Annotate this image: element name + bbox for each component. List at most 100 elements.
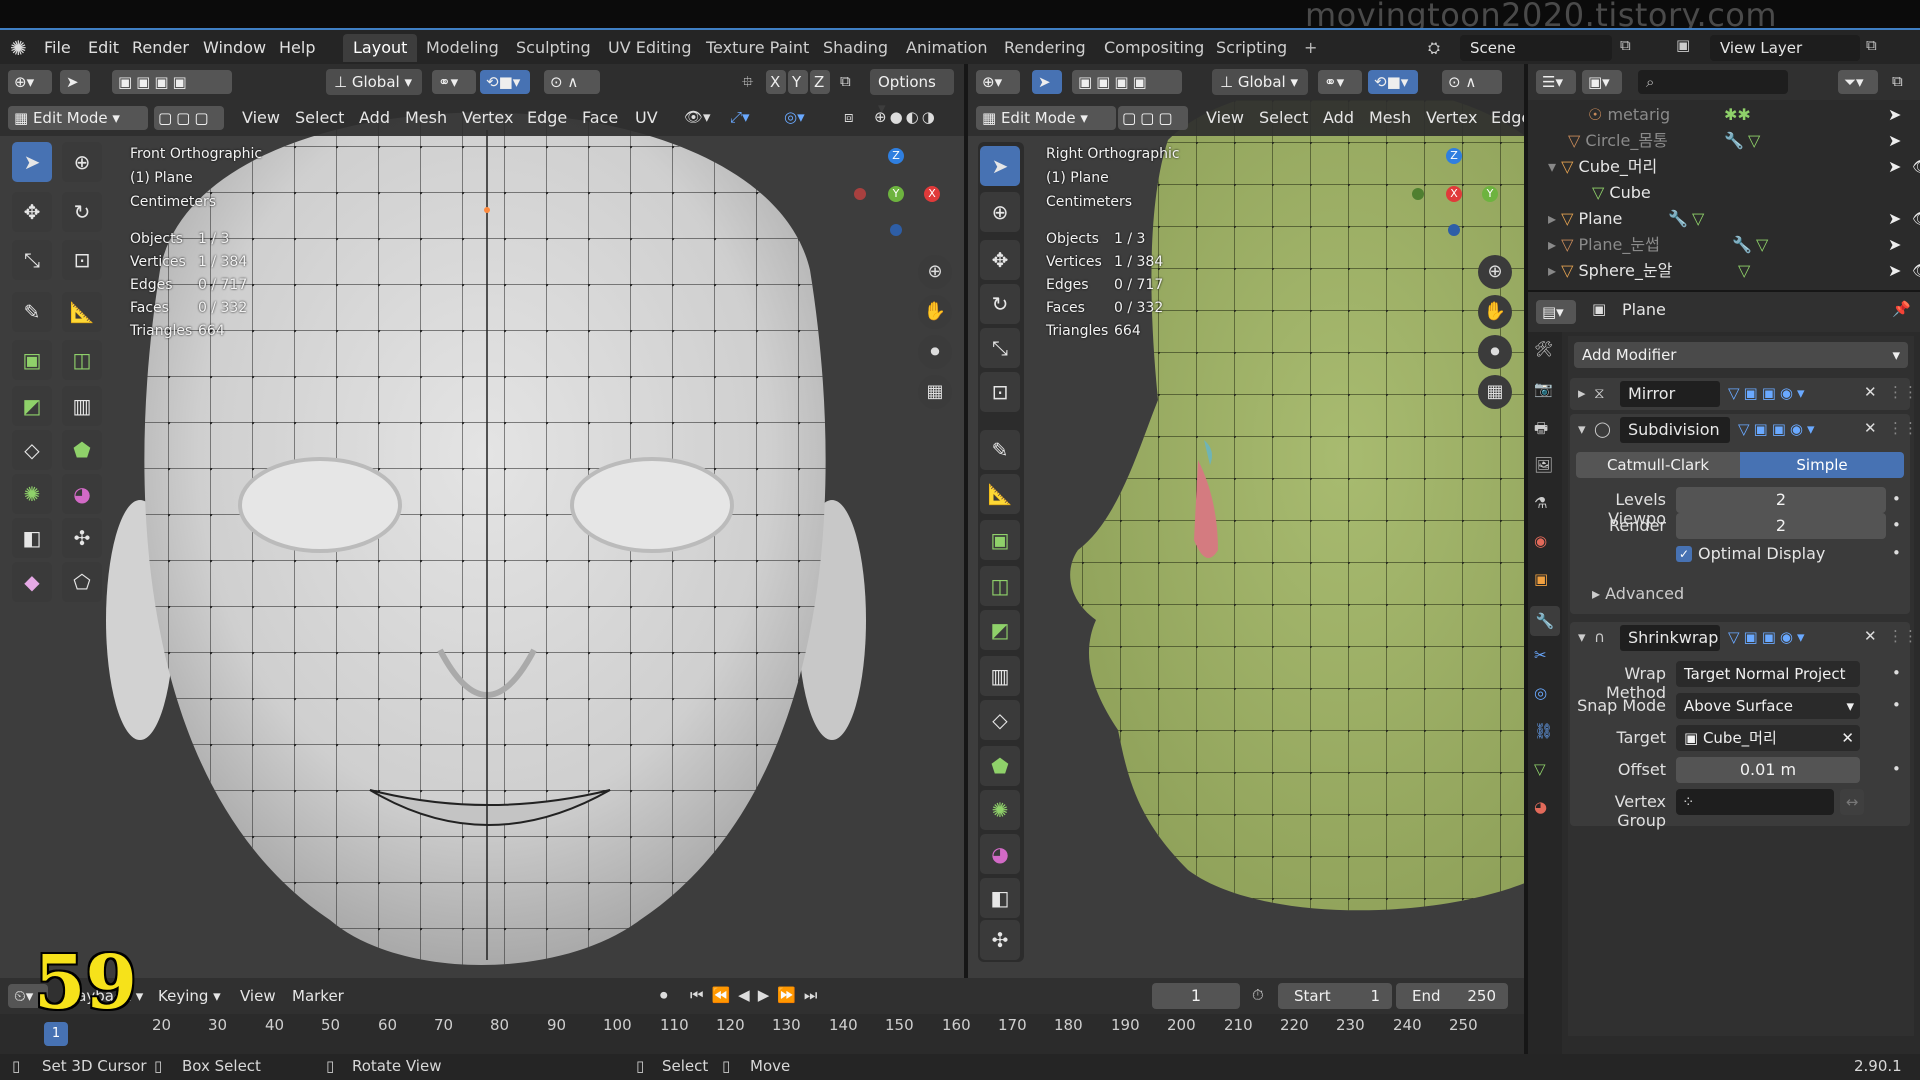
right-selection-mode-buttons[interactable]: ▣▣▣▣	[1072, 70, 1182, 94]
new-collection-icon[interactable]: ⧉	[1892, 72, 1903, 90]
right-ortho-grid-icon[interactable]: ▦	[1478, 375, 1512, 409]
constraints-tab-icon[interactable]: ⛓	[1534, 722, 1553, 740]
pan-hand-icon[interactable]: ✋	[918, 295, 952, 329]
visibility-eye-icon[interactable]: 👁	[1912, 206, 1920, 232]
select-box-tool-icon[interactable]: ➤	[12, 142, 52, 182]
keyframe-dot-icon[interactable]: •	[1892, 760, 1901, 778]
snap-icon[interactable]: ⟲■▾	[480, 70, 530, 94]
measure-tool-icon[interactable]: 📐	[62, 292, 102, 332]
right-proportional-edit-icon[interactable]: ⊙ ∧	[1442, 70, 1502, 94]
right-mode-dropdown[interactable]: ▦ Edit Mode ▾	[976, 106, 1116, 130]
vertex-group-field[interactable]: ⁘	[1676, 789, 1834, 815]
gizmo-neg-z[interactable]	[890, 224, 902, 236]
options-dropdown[interactable]: Options ▾	[870, 69, 954, 117]
keyframe-dot-icon[interactable]: •	[1892, 490, 1901, 508]
select-arrow-icon[interactable]: ➤	[1888, 206, 1901, 232]
menu-uv[interactable]: UV	[635, 105, 658, 131]
rip-tool-icon[interactable]: ⬠	[62, 562, 102, 602]
filter-icon[interactable]: ⏷▾	[1838, 70, 1878, 94]
keying-menu[interactable]: Keying ▾	[158, 983, 221, 1009]
view-layer-tab-icon[interactable]: 🖼	[1534, 456, 1553, 474]
advanced-panel[interactable]: ▸ Advanced	[1592, 584, 1684, 603]
right-editor-type-icon[interactable]: ⊕▾	[976, 70, 1020, 94]
right-shrink-fatten-tool-icon[interactable]: ✣	[980, 920, 1020, 960]
shading-modes-icon[interactable]: ⊕●◐◑	[874, 108, 938, 126]
catmull-clark-button[interactable]: Catmull-Clark	[1576, 452, 1740, 478]
tab-layout[interactable]: Layout	[343, 34, 418, 62]
menu-window[interactable]: Window	[203, 36, 266, 60]
transform-orientation-dropdown[interactable]: ⊥ Global ▾	[326, 69, 422, 95]
offset-field[interactable]: 0.01 m	[1676, 757, 1860, 783]
select-arrow-icon[interactable]: ➤	[1888, 128, 1901, 154]
outliner-editor-type-icon[interactable]: ☰▾	[1536, 70, 1576, 94]
tool-tab-icon[interactable]: 🛠	[1534, 340, 1553, 358]
cursor-tool-icon[interactable]: ⊕	[62, 142, 102, 182]
right-gizmo-z-axis[interactable]: Z	[1446, 148, 1462, 164]
menu-mesh[interactable]: Mesh	[405, 105, 447, 131]
smooth-tool-icon[interactable]: ◕	[62, 474, 102, 514]
collapse-icon[interactable]: ▾	[1578, 420, 1586, 438]
menu-face[interactable]: Face	[582, 105, 618, 131]
physics-tab-icon[interactable]: ◎	[1534, 684, 1547, 702]
right-edge-slide-tool-icon[interactable]: ◧	[980, 878, 1020, 918]
scene-tab-icon[interactable]: ⚗	[1534, 494, 1547, 512]
outliner-item-cube-head[interactable]: ▾ ▽ Cube_머리 ➤ 👁	[1548, 154, 1920, 180]
rotate-tool-icon[interactable]: ↻	[62, 192, 102, 232]
keyframe-dot-icon[interactable]: •	[1892, 544, 1901, 562]
right-zoom-icon[interactable]: ⊕	[1478, 255, 1512, 289]
right-measure-tool-icon[interactable]: 📐	[980, 474, 1020, 514]
mirror-toggle-icons[interactable]: ▽▣▣◉▾	[1728, 384, 1809, 402]
optimal-display-checkbox[interactable]: ✓	[1676, 546, 1692, 562]
right-camera-icon[interactable]: ⏺	[1478, 335, 1512, 369]
right-spin-tool-icon[interactable]: ✺	[980, 790, 1020, 830]
right-gizmo-neg-y[interactable]	[1412, 188, 1424, 200]
menu-file[interactable]: File	[44, 36, 71, 60]
playback-controls-icons[interactable]: ⏮⏪◀▶⏩⏭	[690, 986, 825, 1004]
outliner-item-circle[interactable]: ▽ Circle_몸통 🔧 ▽ ➤	[1568, 128, 1908, 154]
display-mode-icon[interactable]: ▣▾	[1582, 70, 1622, 94]
right-move-tool-icon[interactable]: ✥	[980, 240, 1020, 280]
knife-tool-icon[interactable]: ◇	[12, 430, 52, 470]
subdivision-name-field[interactable]: Subdivision	[1620, 417, 1730, 443]
pivot-icon[interactable]: ⚭▾	[432, 70, 476, 94]
menu-edit[interactable]: Edit	[88, 36, 119, 60]
poly-build-tool-icon[interactable]: ⬟	[62, 430, 102, 470]
navigation-gizmo[interactable]: Z Y X	[846, 146, 946, 246]
shrink-fatten-tool-icon[interactable]: ✣	[62, 518, 102, 558]
right-menu-edge[interactable]: Edge	[1491, 105, 1524, 131]
subdivision-toggle-icons[interactable]: ▽▣▣◉▾	[1738, 420, 1819, 438]
tab-shading[interactable]: Shading	[813, 34, 898, 62]
select-arrow-icon[interactable]: ➤	[1888, 154, 1901, 180]
loop-cut-tool-icon[interactable]: ▥	[62, 386, 102, 426]
select-mode-vertex-edge-face[interactable]: ▢▢▢	[154, 106, 224, 130]
axis-y-button[interactable]: Y	[788, 70, 808, 94]
tab-animation[interactable]: Animation	[896, 34, 998, 62]
outliner-search-icon[interactable]: ⌕	[1638, 70, 1788, 94]
overlays-icon[interactable]: ◎▾	[784, 108, 805, 126]
shrinkwrap-toggle-icons[interactable]: ▽▣▣◉▾	[1728, 628, 1809, 646]
record-icon[interactable]: ⏺	[660, 986, 668, 1004]
menu-help[interactable]: Help	[279, 36, 315, 60]
axis-z-button[interactable]: Z	[810, 70, 830, 94]
gizmo-z-axis[interactable]: Z	[888, 148, 904, 164]
menu-add[interactable]: Add	[359, 105, 390, 131]
output-tab-icon[interactable]: 🖶	[1534, 418, 1548, 443]
visibility-eye-icon[interactable]: 👁	[1912, 154, 1920, 180]
right-transform-tool-icon[interactable]: ⊡	[980, 372, 1020, 412]
tab-modeling[interactable]: Modeling	[416, 34, 509, 62]
editor-type-icon[interactable]: ⊕▾	[8, 70, 52, 94]
right-loop-cut-tool-icon[interactable]: ▥	[980, 656, 1020, 696]
subdivision-remove-icon[interactable]: ✕	[1864, 419, 1877, 437]
outliner-item-plane[interactable]: ▸ ▽ Plane 🔧 ▽ ➤ 👁	[1548, 206, 1920, 232]
camera-icon[interactable]: ⏺	[918, 335, 952, 369]
select-mode-icon[interactable]: ➤	[60, 70, 90, 94]
new-scene-icon[interactable]: ⧉	[1620, 36, 1631, 54]
right-knife-tool-icon[interactable]: ◇	[980, 700, 1020, 740]
right-menu-add[interactable]: Add	[1323, 105, 1354, 131]
shear-tool-icon[interactable]: ◆	[12, 562, 52, 602]
right-gizmo-y-axis[interactable]: Y	[1482, 186, 1498, 202]
right-cursor-tool-icon[interactable]: ⊕	[980, 192, 1020, 232]
ortho-grid-icon[interactable]: ▦	[918, 375, 952, 409]
target-field[interactable]: ▣ Cube_머리 ✕	[1676, 725, 1860, 751]
tab-compositing[interactable]: Compositing	[1094, 34, 1214, 62]
